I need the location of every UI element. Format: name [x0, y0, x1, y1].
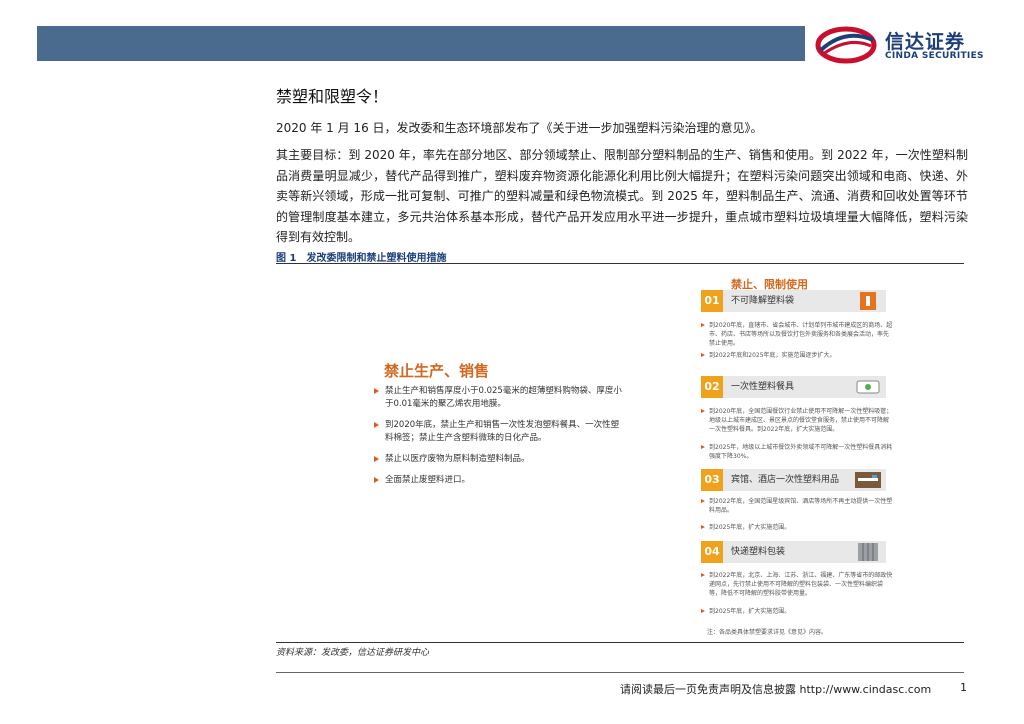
- bullet-arrow-icon: [374, 388, 379, 394]
- source-rule: [276, 642, 964, 643]
- section-label: 不可降解塑料袋: [731, 296, 795, 306]
- cinda-logo-icon: [815, 26, 877, 64]
- paragraph-goals: 其主要目标：到 2020 年，率先在部分地区、部分领域禁止、限制部分塑料制品的生…: [276, 148, 968, 244]
- figure-top-rule: [276, 263, 964, 264]
- bullet-arrow-icon: [701, 573, 705, 577]
- figure-caption: 图 1 发改委限制和禁止塑料使用措施: [276, 253, 447, 264]
- section-item-text: 到2020年底，全国范围餐饮行业禁止使用不可降解一次性塑料吸管；地级以上城市建成…: [709, 408, 893, 433]
- shopping-bag-icon: [860, 292, 876, 310]
- section-header-01: 01 不可降解塑料袋: [701, 290, 886, 312]
- left-list: 禁止生产和销售厚度小于0.025毫米的超薄塑料购物袋、厚度小于0.01毫米的聚乙…: [374, 385, 624, 495]
- bullet-arrow-icon: [701, 499, 705, 503]
- section-item: 到2022年底，北京、上海、江苏、浙江、福建、广东等省市的邮政快递网点，先行禁止…: [701, 571, 894, 598]
- bullet-arrow-icon: [701, 323, 705, 327]
- page-number: 1: [960, 681, 967, 694]
- bullet-arrow-icon: [701, 525, 705, 529]
- header-band: [37, 26, 805, 61]
- tableware-icon: [856, 380, 880, 394]
- logo-text-en: CINDA SECURITIES: [885, 51, 984, 61]
- section-item-text: 到2022年底，全国范围星级宾馆、酒店等场所不再主动提供一次性塑料用品。: [709, 498, 893, 514]
- left-item-text: 到2020年底，禁止生产和销售一次性发泡塑料餐具、一次性塑料棉签；禁止生产含塑料…: [385, 420, 620, 443]
- section-header-04: 04 快递塑料包装: [701, 541, 886, 563]
- footer-rule: [276, 672, 964, 673]
- logo: 信达证券 CINDA SECURITIES: [815, 24, 995, 66]
- section-item-text: 到2020年底，直辖市、省会城市、计划单列市城市建成区的商场、超市、药店、书店等…: [709, 322, 893, 347]
- bullet-arrow-icon: [374, 477, 379, 483]
- paragraph-intro: 2020 年 1 月 16 日，发改委和生态环境部发布了《关于进一步加强塑料污染…: [276, 121, 763, 135]
- left-list-item: 全面禁止废塑料进口。: [374, 474, 624, 487]
- section-label: 快递塑料包装: [731, 547, 786, 557]
- section-item-text: 到2022年底和2025年底，实施范围逐步扩大。: [709, 352, 836, 359]
- section-label: 宾馆、酒店一次性塑料用品: [731, 475, 840, 485]
- left-list-item: 到2020年底，禁止生产和销售一次性发泡塑料餐具、一次性塑料棉签；禁止生产含塑料…: [374, 419, 624, 445]
- section-item: 到2025年，地级以上城市餐饮外卖领域不可降解一次性塑料餐具消耗强度下降30%。: [701, 443, 894, 461]
- section-number: 02: [701, 376, 723, 398]
- section-item-text: 到2025年底，扩大实施范围。: [709, 524, 791, 531]
- left-item-text: 禁止生产和销售厚度小于0.025毫米的超薄塑料购物袋、厚度小于0.01毫米的聚乙…: [385, 386, 622, 409]
- section-number: 03: [701, 469, 723, 491]
- left-title: 禁止生产、销售: [384, 362, 490, 380]
- section-label: 一次性塑料餐具: [731, 382, 795, 392]
- bullet-arrow-icon: [701, 609, 705, 613]
- section-item: 到2022年底，全国范围星级宾馆、酒店等场所不再主动提供一次性塑料用品。: [701, 497, 894, 515]
- bullet-arrow-icon: [701, 353, 705, 357]
- section-number: 01: [701, 290, 723, 312]
- package-icon: [858, 543, 878, 561]
- bullet-arrow-icon: [374, 422, 379, 428]
- toothbrush-icon: [855, 472, 881, 488]
- section-item: 到2025年底，扩大实施范围。: [701, 607, 894, 616]
- article-title: 禁塑和限塑令！: [276, 87, 389, 106]
- left-list-item: 禁止生产和销售厚度小于0.025毫米的超薄塑料购物袋、厚度小于0.01毫米的聚乙…: [374, 385, 624, 411]
- section-number: 04: [701, 541, 723, 563]
- left-item-text: 全面禁止废塑料进口。: [385, 475, 471, 485]
- section-item-text: 到2022年底，北京、上海、江苏、浙江、福建、广东等省市的邮政快递网点，先行禁止…: [709, 572, 893, 597]
- section-item-text: 到2025年，地级以上城市餐饮外卖领域不可降解一次性塑料餐具消耗强度下降30%。: [709, 444, 893, 460]
- left-list-item: 禁止以医疗废物为原料制造塑料制品。: [374, 453, 624, 466]
- bullet-arrow-icon: [374, 456, 379, 462]
- source-note: 资料来源：发改委，信达证券研发中心: [276, 648, 430, 658]
- left-item-text: 禁止以医疗废物为原料制造塑料制品。: [385, 454, 530, 464]
- bullet-arrow-icon: [701, 409, 705, 413]
- figure-note: 注：各品类具体禁塑要求详见《意见》内容。: [707, 629, 828, 636]
- section-item: 到2022年底和2025年底，实施范围逐步扩大。: [701, 351, 894, 360]
- section-item: 到2020年底，直辖市、省会城市、计划单列市城市建成区的商场、超市、药店、书店等…: [701, 321, 894, 348]
- section-header-03: 03 宾馆、酒店一次性塑料用品: [701, 469, 886, 491]
- section-header-02: 02 一次性塑料餐具: [701, 376, 886, 398]
- section-item-text: 到2025年底，扩大实施范围。: [709, 608, 791, 615]
- figure-infographic: 禁止生产、销售 禁止生产和销售厚度小于0.025毫米的超薄塑料购物袋、厚度小于0…: [276, 268, 964, 640]
- logo-text-cn: 信达证券: [885, 31, 966, 53]
- footer-disclaimer: 请阅读最后一页免责声明及信息披露 http://www.cindasc.com: [620, 683, 932, 696]
- bullet-arrow-icon: [701, 445, 705, 449]
- section-item: 到2025年底，扩大实施范围。: [701, 523, 894, 532]
- section-item: 到2020年底，全国范围餐饮行业禁止使用不可降解一次性塑料吸管；地级以上城市建成…: [701, 407, 894, 434]
